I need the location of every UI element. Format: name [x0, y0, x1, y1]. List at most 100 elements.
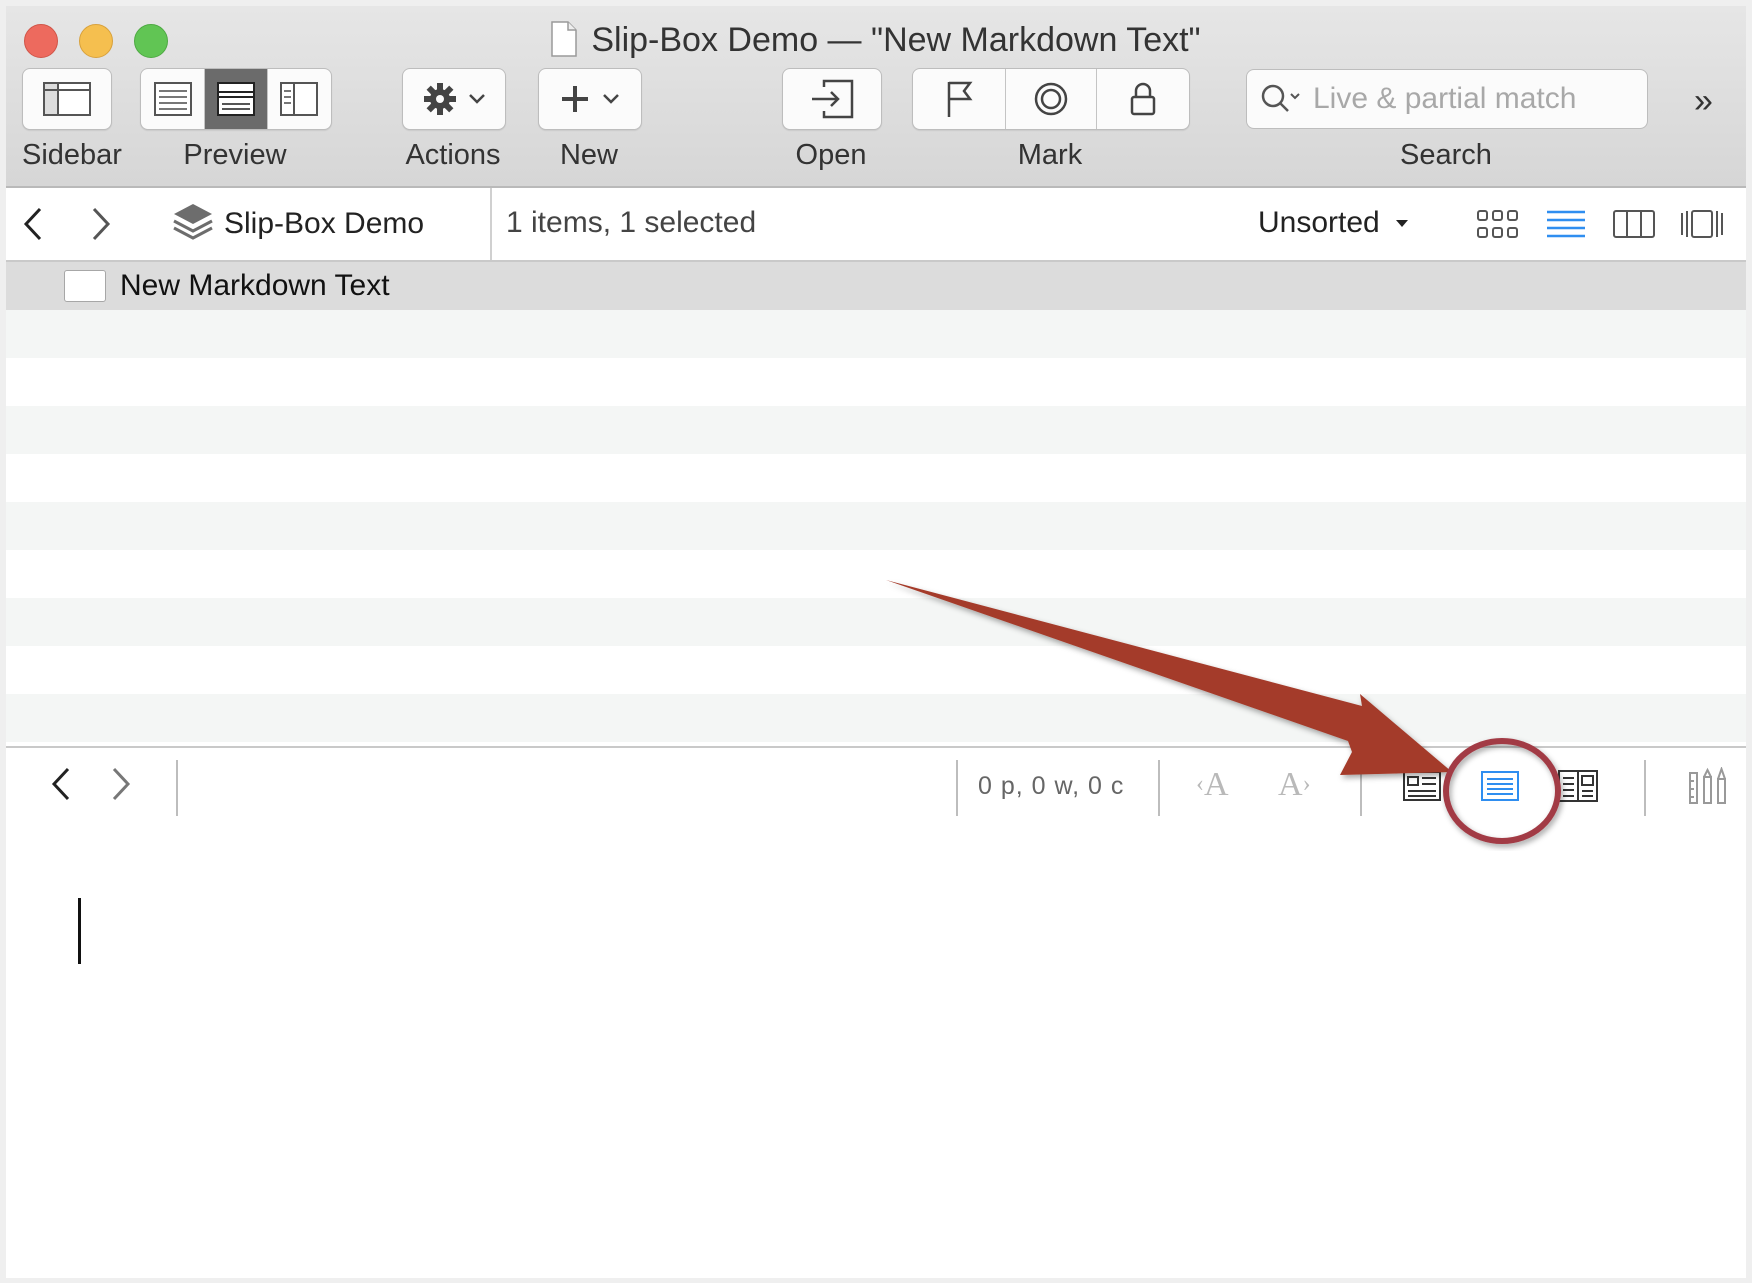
- breadcrumb-database-name: Slip-Box Demo: [224, 207, 425, 240]
- cover-flow-view-button[interactable]: [1678, 204, 1726, 244]
- search-input[interactable]: [1311, 81, 1635, 117]
- format-tools-icon: [1689, 767, 1726, 804]
- chevron-left-icon: [51, 767, 70, 801]
- sidebar-label: Sidebar: [22, 139, 122, 171]
- database-stack-icon: [173, 204, 213, 240]
- preview-side-icon: [280, 82, 319, 116]
- gear-icon: [424, 83, 456, 115]
- item-count: 1 items, 1 selected: [506, 206, 757, 239]
- empty-row: [6, 598, 1746, 646]
- path-divider: [490, 188, 492, 260]
- empty-row: [6, 550, 1746, 598]
- editor-navigation-bar: 0 p, 0 w, 0 c ‹A A›: [6, 746, 1746, 822]
- empty-row: [6, 646, 1746, 694]
- empty-row: [6, 358, 1746, 406]
- show-document-info-button[interactable]: [1400, 766, 1444, 806]
- lock-button[interactable]: [1097, 69, 1189, 129]
- decrease-font-glyph: A: [1204, 766, 1229, 803]
- new-label: New: [559, 139, 618, 171]
- mark-label: Mark: [1017, 139, 1083, 171]
- document-icon: [551, 21, 578, 57]
- preview-none-button[interactable]: [141, 69, 206, 129]
- sidebar-toggle-button[interactable]: [23, 69, 111, 129]
- text-editor[interactable]: [6, 820, 1746, 1278]
- forward-button[interactable]: [86, 202, 116, 246]
- path-bar: Slip-Box Demo 1 items, 1 selected Unsort…: [6, 188, 1746, 262]
- open-external-icon: [812, 79, 854, 119]
- flag-icon: [947, 81, 973, 117]
- window-title: Slip-Box Demo — "New Markdown Text": [6, 14, 1746, 66]
- column-view-button[interactable]: [1610, 204, 1658, 244]
- mark-segmented-control: [912, 68, 1190, 130]
- toolbar: Slip-Box Demo — "New Markdown Text" Side…: [6, 6, 1746, 188]
- text-cursor: [78, 898, 81, 964]
- search-label: Search: [1400, 139, 1492, 171]
- breadcrumb[interactable]: Slip-Box Demo: [172, 202, 424, 246]
- preview-bottom-icon: [217, 82, 255, 116]
- increase-font-glyph: A: [1278, 766, 1303, 803]
- toolbar-overflow-button[interactable]: »: [1694, 82, 1713, 121]
- separator: [176, 760, 178, 816]
- search-field[interactable]: [1246, 69, 1648, 129]
- chevron-down-icon: [603, 94, 619, 104]
- separator: [1644, 760, 1646, 816]
- app-window: Slip-Box Demo — "New Markdown Text" Side…: [6, 6, 1746, 1278]
- list-view-button[interactable]: [1542, 204, 1590, 244]
- chevron-left-icon: [23, 207, 42, 241]
- document-thumbnail: [64, 270, 106, 302]
- grid-icon: [1477, 210, 1518, 238]
- split-preview-mode-button[interactable]: [1556, 766, 1600, 806]
- back-button[interactable]: [18, 202, 48, 246]
- empty-row: [6, 694, 1746, 742]
- preview-side-button[interactable]: [268, 69, 331, 129]
- split-view-icon: [1558, 770, 1598, 802]
- actions-group: [402, 68, 506, 130]
- open-label: Open: [795, 139, 867, 171]
- editor-back-button[interactable]: [46, 762, 76, 806]
- mark-read-button[interactable]: [1006, 69, 1097, 129]
- actions-label: Actions: [405, 139, 501, 171]
- text-document-icon: [1481, 771, 1519, 801]
- preview-bottom-button[interactable]: [205, 69, 268, 129]
- format-tools-button[interactable]: [1686, 766, 1730, 806]
- new-group: [538, 68, 642, 130]
- preview-segmented-control: [140, 68, 332, 130]
- empty-row: [6, 406, 1746, 454]
- document-info-icon: [1403, 771, 1441, 801]
- window-title-text: Slip-Box Demo — "New Markdown Text": [591, 21, 1201, 59]
- list-icon: [1547, 210, 1585, 238]
- open-group: [782, 68, 882, 130]
- chevron-down-icon: [469, 94, 485, 104]
- list-item[interactable]: New Markdown Text: [6, 262, 1746, 310]
- text-editor-mode-button[interactable]: [1478, 766, 1522, 806]
- caret-right-small-icon: ›: [1302, 771, 1311, 797]
- chevron-right-icon: [112, 767, 131, 801]
- new-menu-button[interactable]: [539, 69, 641, 129]
- plus-icon: [562, 86, 588, 112]
- decrease-font-size-button[interactable]: ‹A: [1196, 766, 1229, 804]
- lock-icon: [1130, 82, 1156, 116]
- editor-forward-button[interactable]: [106, 762, 136, 806]
- actions-menu-button[interactable]: [403, 69, 505, 129]
- empty-row: [6, 502, 1746, 550]
- list-only-icon: [153, 82, 192, 116]
- columns-icon: [1613, 210, 1655, 238]
- search-icon: [1261, 84, 1300, 112]
- document-list: New Markdown Text: [6, 262, 1746, 746]
- open-button[interactable]: [783, 69, 881, 129]
- separator: [956, 760, 958, 816]
- caret-left-small-icon: ‹: [1196, 771, 1204, 797]
- empty-row: [6, 454, 1746, 502]
- separator: [1360, 760, 1362, 816]
- sidebar-button-group: [22, 68, 112, 130]
- document-statistics: 0 p, 0 w, 0 c: [978, 772, 1125, 800]
- sort-popup-button[interactable]: Unsorted: [1258, 206, 1410, 240]
- icon-view-button[interactable]: [1474, 204, 1522, 244]
- flag-button[interactable]: [913, 69, 1006, 129]
- empty-row: [6, 310, 1746, 358]
- cover-flow-icon: [1681, 210, 1723, 238]
- increase-font-size-button[interactable]: A›: [1278, 766, 1311, 804]
- sidebar-icon: [43, 82, 91, 116]
- separator: [1158, 760, 1160, 816]
- unread-circle-icon: [1034, 82, 1068, 116]
